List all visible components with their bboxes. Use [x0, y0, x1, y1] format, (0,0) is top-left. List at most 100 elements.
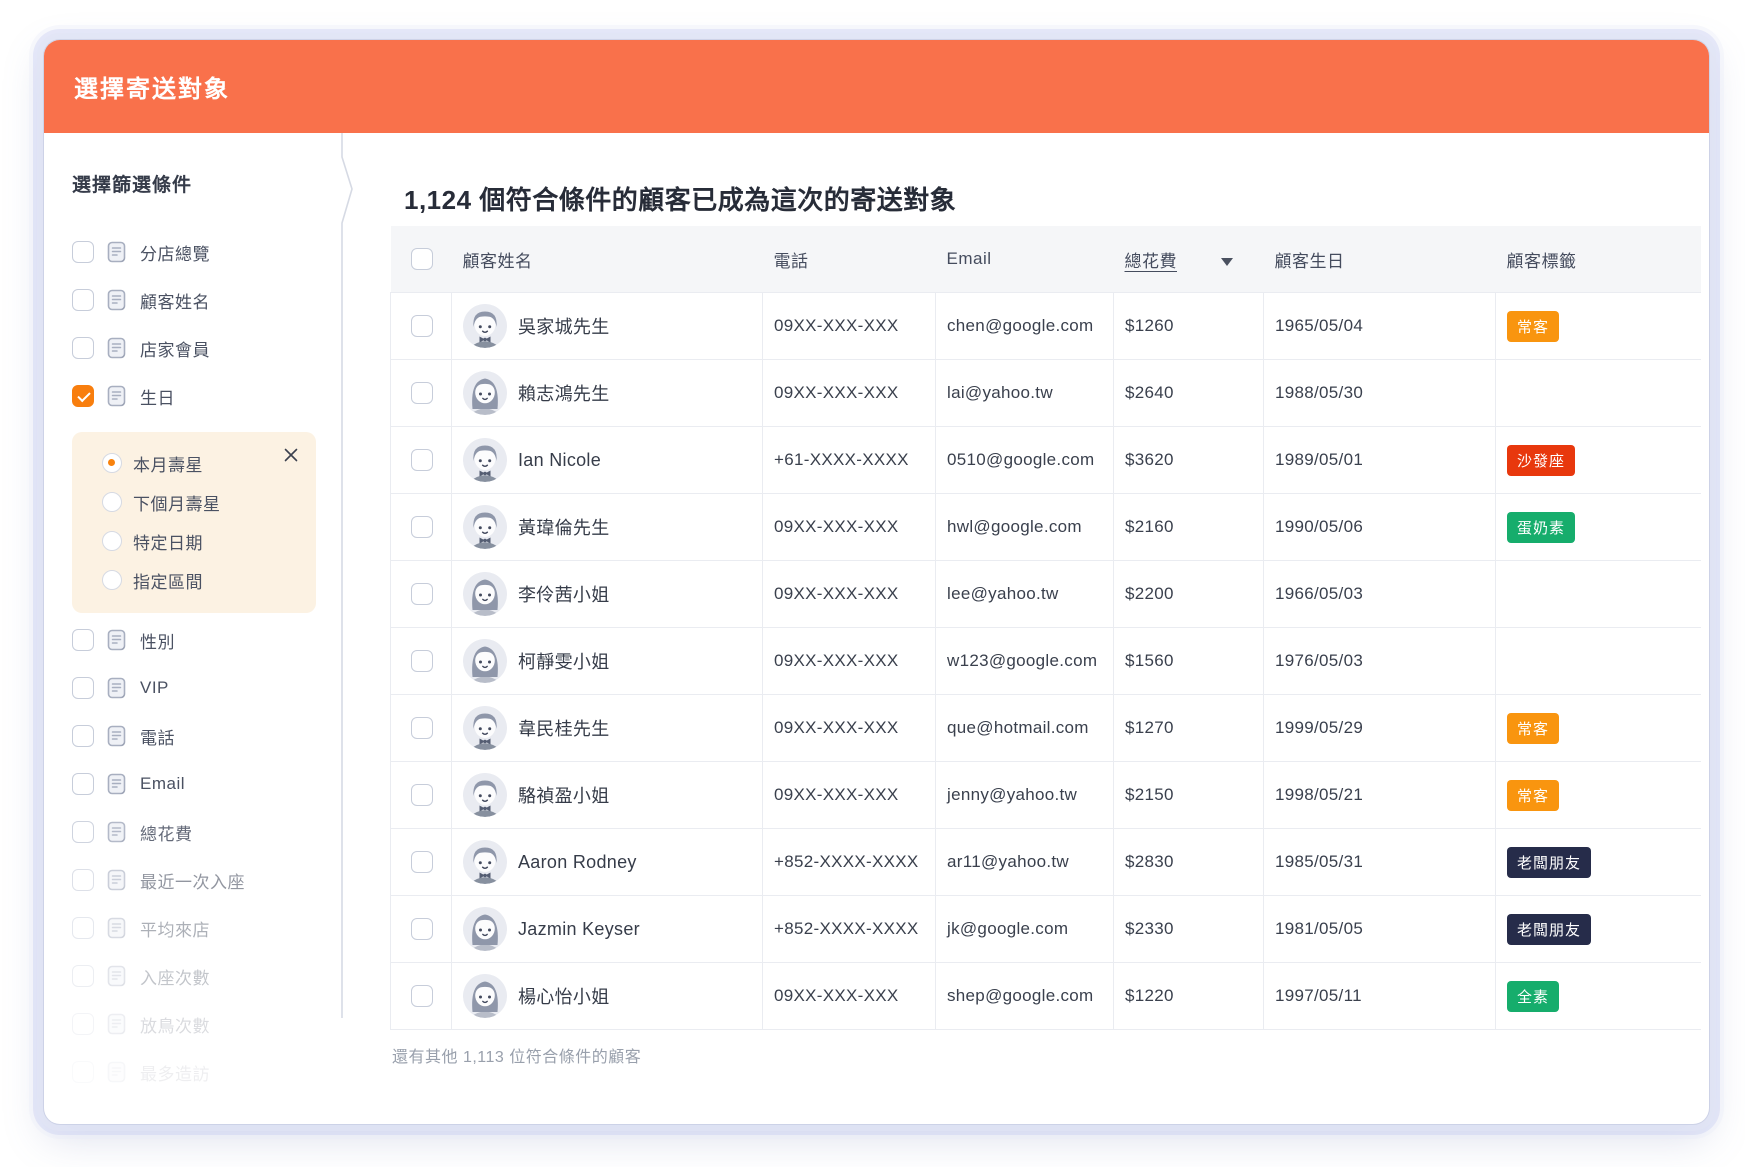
sidebar-filter-item-1[interactable]: 顧客姓名 — [72, 288, 342, 312]
sidebar-collapse-divider[interactable] — [335, 133, 357, 1018]
birthday-radio-option[interactable]: 指定區間 — [102, 567, 316, 593]
sidebar-filter-item-9[interactable]: 最近一次入座 — [72, 868, 342, 892]
close-icon[interactable] — [282, 446, 300, 464]
sidebar-filter-item-6[interactable]: 電話 — [72, 724, 342, 748]
sort-caret-icon[interactable] — [1221, 258, 1233, 266]
filter-checkbox[interactable] — [72, 241, 94, 263]
filter-checkbox[interactable] — [72, 821, 94, 843]
filter-label: Email — [140, 774, 185, 794]
row-checkbox[interactable] — [411, 784, 433, 806]
sidebar-filter-item-0[interactable]: 分店總覽 — [72, 240, 342, 264]
row-checkbox[interactable] — [411, 516, 433, 538]
customer-tag: 常客 — [1507, 311, 1559, 342]
sidebar-filter-item-11[interactable]: 入座次數 — [72, 964, 342, 988]
filter-checkbox[interactable] — [72, 337, 94, 359]
customer-email: lee@yahoo.tw — [936, 561, 1114, 628]
filter-checkbox[interactable] — [72, 773, 94, 795]
sidebar-filter-item-4[interactable]: 性別 — [72, 628, 342, 652]
filter-checkbox[interactable] — [72, 677, 94, 699]
row-checkbox[interactable] — [411, 985, 433, 1007]
customer-phone: 09XX-XXX-XXX — [763, 695, 936, 762]
sidebar-filter-item-7[interactable]: Email — [72, 772, 342, 796]
filter-checkbox[interactable] — [72, 917, 94, 939]
row-checkbox-cell — [391, 293, 452, 360]
customer-tag: 全素 — [1507, 981, 1559, 1012]
customer-name: 吳家城先生 — [518, 313, 610, 339]
customer-tag: 沙發座 — [1507, 445, 1575, 476]
customer-birthday: 1966/05/03 — [1264, 561, 1496, 628]
row-checkbox[interactable] — [411, 583, 433, 605]
radio-label: 特定日期 — [133, 529, 203, 554]
filter-checkbox[interactable] — [72, 725, 94, 747]
spend-sort-label[interactable]: 總花費 — [1125, 252, 1178, 271]
customer-email: que@hotmail.com — [936, 695, 1114, 762]
customer-email: ar11@yahoo.tw — [936, 829, 1114, 896]
avatar — [463, 505, 507, 549]
sidebar-filter-item-5[interactable]: VIP — [72, 676, 342, 700]
radio-button[interactable] — [102, 570, 122, 590]
filter-checkbox[interactable] — [72, 289, 94, 311]
customer-spend: $2160 — [1114, 494, 1264, 561]
filter-checkbox[interactable] — [72, 629, 94, 651]
radio-button[interactable] — [102, 531, 122, 551]
table-row: 楊心怡小姐 09XX-XXX-XXX shep@google.com $1220… — [391, 963, 1701, 1030]
birthday-radio-option[interactable]: 特定日期 — [102, 528, 316, 554]
row-checkbox[interactable] — [411, 918, 433, 940]
filter-sidebar: 選擇篩選條件 分店總覽 顧客姓名 — [44, 133, 342, 1124]
sidebar-filter-item-2[interactable]: 店家會員 — [72, 336, 342, 360]
filter-checkbox[interactable] — [72, 1013, 94, 1035]
customer-spend: $2830 — [1114, 829, 1264, 896]
row-checkbox[interactable] — [411, 650, 433, 672]
sidebar-filter-item-13[interactable]: 最多造訪 — [72, 1060, 342, 1084]
radio-button[interactable] — [102, 453, 122, 473]
filter-label: 顧客姓名 — [140, 288, 210, 313]
filter-label: 最多造訪 — [140, 1060, 210, 1085]
customer-phone: 09XX-XXX-XXX — [763, 628, 936, 695]
filter-checkbox[interactable] — [72, 385, 94, 407]
customer-email: 0510@google.com — [936, 427, 1114, 494]
row-checkbox[interactable] — [411, 851, 433, 873]
birthday-radio-option[interactable]: 下個月壽星 — [102, 489, 316, 515]
filter-label: 店家會員 — [140, 336, 210, 361]
table-row: 駱禎盈小姐 09XX-XXX-XXX jenny@yahoo.tw $2150 … — [391, 762, 1701, 829]
row-checkbox-cell — [391, 963, 452, 1030]
customer-phone: 09XX-XXX-XXX — [763, 293, 936, 360]
row-checkbox[interactable] — [411, 382, 433, 404]
avatar — [463, 438, 507, 482]
radio-button[interactable] — [102, 492, 122, 512]
row-checkbox-cell — [391, 561, 452, 628]
customer-tag-cell: 常客 — [1496, 293, 1701, 360]
filter-checkbox[interactable] — [72, 1061, 94, 1083]
avatar — [463, 974, 507, 1018]
sidebar-filter-item-12[interactable]: 放鳥次數 — [72, 1012, 342, 1036]
document-icon — [107, 1061, 127, 1083]
column-header-spend[interactable]: 總花費 — [1114, 226, 1264, 293]
filter-checkbox[interactable] — [72, 869, 94, 891]
row-checkbox[interactable] — [411, 315, 433, 337]
customer-tag-cell: 常客 — [1496, 762, 1701, 829]
radio-label: 本月壽星 — [133, 451, 203, 476]
filter-checkbox[interactable] — [72, 965, 94, 987]
filter-label: VIP — [140, 678, 169, 698]
customer-spend: $3620 — [1114, 427, 1264, 494]
sidebar-filter-item-10[interactable]: 平均來店 — [72, 916, 342, 940]
sidebar-filter-item-8[interactable]: 總花費 — [72, 820, 342, 844]
customer-birthday: 1981/05/05 — [1264, 896, 1496, 963]
customer-birthday: 1988/05/30 — [1264, 360, 1496, 427]
filter-label: 平均來店 — [140, 916, 210, 941]
customer-name-cell: 黃瑋倫先生 — [452, 494, 763, 561]
table-row: 柯靜雯小姐 09XX-XXX-XXX w123@google.com $1560… — [391, 628, 1701, 695]
customer-phone: 09XX-XXX-XXX — [763, 561, 936, 628]
match-count-title: 1,124 個符合條件的顧客已成為這次的寄送對象 — [404, 180, 1709, 217]
sidebar-filter-item-3[interactable]: 生日 — [72, 384, 342, 408]
customer-name-cell: 李伶茜小姐 — [452, 561, 763, 628]
select-all-checkbox[interactable] — [411, 248, 433, 270]
customer-phone: 09XX-XXX-XXX — [763, 360, 936, 427]
row-checkbox[interactable] — [411, 449, 433, 471]
table-row: Ian Nicole +61-XXXX-XXXX 0510@google.com… — [391, 427, 1701, 494]
select-recipients-dialog: 選擇寄送對象 選擇篩選條件 分店總覽 顧客姓名 — [44, 40, 1709, 1124]
filter-list-top: 分店總覽 顧客姓名 店家會員 — [72, 240, 342, 408]
customer-tag: 老闆朋友 — [1507, 914, 1591, 945]
customer-name: 駱禎盈小姐 — [518, 782, 610, 808]
row-checkbox[interactable] — [411, 717, 433, 739]
